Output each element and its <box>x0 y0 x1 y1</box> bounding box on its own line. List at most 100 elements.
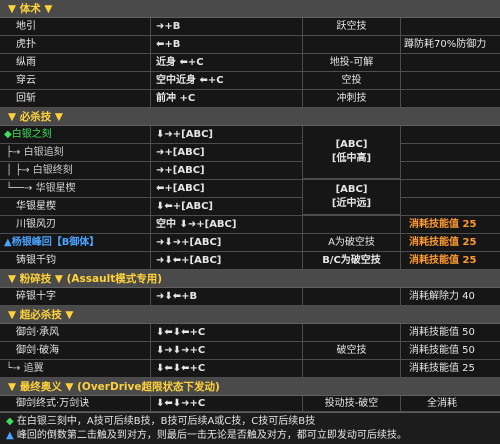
move-command: 近身 ⬅+C <box>150 54 302 72</box>
table-row: 御剑·承风 ⬇⬅⬇⬅+C 消耗技能值 50 <box>0 324 500 342</box>
table-row: 穿云 空中近身 ⬅+C 空投 <box>0 72 500 90</box>
move-note: 空投 <box>302 72 400 90</box>
move-extra: 消耗解除力 40 <box>400 288 500 306</box>
move-extra: 消耗技能值 25 <box>400 360 500 378</box>
table-row: 华银星楔 ⬇⬅+[ABC] <box>0 198 500 216</box>
move-command: 空中近身 ⬅+C <box>150 72 302 90</box>
move-name: ├→ 白银追刻 <box>6 147 64 158</box>
move-name: 地引 <box>16 21 36 32</box>
table-row: 地引 ➜+B 跃空技 <box>0 18 500 36</box>
footer-text: 峰回的倒数第二击触及到对方，则最后一击无论是否触及对方，都可立即发动可后续技。 <box>16 430 407 441</box>
move-command: ⬇⬅⬇⬅+C <box>150 324 302 342</box>
move-name: 碎银十字 <box>16 291 56 302</box>
move-note: 破空技 <box>302 342 400 360</box>
move-name: └→ 追翼 <box>6 363 44 374</box>
move-note <box>302 288 400 306</box>
section-header-chao: ▼ 超必杀技 ▼ <box>0 306 500 324</box>
move-extra <box>400 198 500 216</box>
move-note <box>302 216 400 234</box>
move-note <box>302 324 400 342</box>
table-row: 虎扑 ⬅+B 蹲防耗70%防御力 <box>0 36 500 54</box>
move-command: ⬇➜+[ABC] <box>150 126 302 144</box>
move-extra: 消耗技能值 50 <box>400 342 500 360</box>
move-note <box>302 360 400 378</box>
move-note: A为破空技 <box>302 234 400 252</box>
move-extra <box>400 54 500 72</box>
move-note: 跃空技 <box>302 18 400 36</box>
variant-label: [ABC] [近中远] <box>331 184 372 209</box>
move-extra <box>400 180 500 198</box>
table-row: 御剑终式·万剑诀 ⬇⬅⬇➜+C 投动技-破空 全消耗 <box>0 396 500 412</box>
footer-line: ▲ 峰回的倒数第二击触及到对方，则最后一击无论是否触及对方，都可立即发动可后续技… <box>6 429 494 443</box>
move-name: 御剑·承风 <box>16 327 60 338</box>
move-command: 前冲 +C <box>150 90 302 108</box>
move-extra <box>400 126 500 144</box>
move-name: 御剑·破海 <box>16 345 60 356</box>
move-command: ⬇⬅⬇➜+C <box>150 396 302 412</box>
section-header-zuizhong: ▼ 最终奥义 ▼ (OverDrive超限状态下发动) <box>0 378 500 396</box>
table-row: └──→ 华银星楔 ⬅+[ABC] <box>0 180 500 198</box>
move-extra: 消耗技能值 50 <box>400 324 500 342</box>
move-extra <box>400 72 500 90</box>
move-note <box>302 36 400 54</box>
move-command: ➜⬇➜+[ABC] <box>150 234 302 252</box>
move-name: └──→ 华银星楔 <box>6 183 76 194</box>
footer-line: ◆ 在白银三刻中，A技可后续B技，B技可后续A或C技，C技可后续B技 <box>6 415 494 429</box>
table-row: ◆白银之刻 ⬇➜+[ABC] <box>0 126 500 144</box>
move-name: 川银风刃 <box>16 219 56 230</box>
triangle-icon: ▲ <box>6 430 14 441</box>
move-command: ⬅+B <box>150 36 302 54</box>
move-name: 回斩 <box>16 93 36 104</box>
move-name: 铸银千钧 <box>16 255 56 266</box>
footer-notes: ◆ 在白银三刻中，A技可后续B技，B技可后续A或C技，C技可后续B技 ▲ 峰回的… <box>0 412 500 444</box>
move-note: 地投-可解 <box>302 54 400 72</box>
move-name: 穿云 <box>16 75 36 86</box>
table-row: └→ 追翼 ⬇⬅⬇⬅+C 消耗技能值 25 <box>0 360 500 378</box>
section-header-bisha: ▼ 必杀技 ▼ <box>0 108 500 126</box>
move-command: ➜⬇⬅+B <box>150 288 302 306</box>
move-note: 投动技-破空 <box>302 396 400 412</box>
section-title: ▼ 超必杀技 ▼ <box>8 309 74 321</box>
skill-cost: 消耗技能值 25 <box>400 234 500 252</box>
move-name: 虎扑 <box>16 39 36 50</box>
skill-cost: 消耗技能值 25 <box>400 252 500 270</box>
move-command: ⬇⬅⬇⬅+C <box>150 360 302 378</box>
section-header-fensui: ▼ 粉碎技 ▼ (Assault模式专用) <box>0 270 500 288</box>
move-command: ➜+[ABC] <box>150 144 302 162</box>
table-row: 御剑·破海 ⬇➜⬇➜+C 破空技 消耗技能值 50 <box>0 342 500 360</box>
table-row: 铸银千钧 ➜⬇⬅+[ABC] B/C为破空技 消耗技能值 25 <box>0 252 500 270</box>
move-extra <box>400 90 500 108</box>
move-command: ➜+[ABC] <box>150 162 302 180</box>
move-name: │ ├→ 白银终刻 <box>6 165 73 176</box>
footer-text: 在白银三刻中，A技可后续B技，B技可后续A或C技，C技可后续B技 <box>16 416 316 427</box>
move-name: 御剑终式·万剑诀 <box>16 398 90 409</box>
diamond-icon: ◆ <box>6 416 14 427</box>
section-title: ▼ 最终奥义 ▼ (OverDrive超限状态下发动) <box>8 381 220 393</box>
move-command: 空中 ⬇➜+[ABC] <box>150 216 302 234</box>
section-title: ▼ 粉碎技 ▼ (Assault模式专用) <box>8 273 163 285</box>
move-command: ⬇➜⬇➜+C <box>150 342 302 360</box>
move-extra <box>400 144 500 162</box>
move-name: 纵雨 <box>16 57 36 68</box>
move-name: 华银星楔 <box>16 201 56 212</box>
move-command: ⬅+[ABC] <box>150 180 302 198</box>
variant-label-low-mid-high: [ABC] [低中高] <box>302 126 400 179</box>
move-name: ◆白银之刻 <box>4 129 52 140</box>
section-header-tishu: ▼ 体术 ▼ <box>0 0 500 18</box>
skill-cost: 消耗技能值 25 <box>400 216 500 234</box>
move-command: ⬇⬅+[ABC] <box>150 198 302 216</box>
table-row: ├→ 白银追刻 ➜+[ABC] <box>0 144 500 162</box>
move-command: ➜⬇⬅+[ABC] <box>150 252 302 270</box>
move-note: 冲刺技 <box>302 90 400 108</box>
move-extra: 蹲防耗70%防御力 <box>400 36 500 54</box>
table-row: 川银风刃 空中 ⬇➜+[ABC] 消耗技能值 25 <box>0 216 500 234</box>
table-row: │ ├→ 白银终刻 ➜+[ABC] <box>0 162 500 180</box>
move-note: B/C为破空技 <box>302 252 400 270</box>
move-name: ▲杨银峰回【B御体】 <box>4 237 100 248</box>
variant-label: [ABC] [低中高] <box>331 139 372 164</box>
variant-label-near-mid-far: [ABC] [近中远] <box>302 180 400 215</box>
table-row: 回斩 前冲 +C 冲刺技 <box>0 90 500 108</box>
move-extra: 全消耗 <box>400 396 500 412</box>
move-extra <box>400 18 500 36</box>
section-title: ▼ 必杀技 ▼ <box>8 111 63 123</box>
